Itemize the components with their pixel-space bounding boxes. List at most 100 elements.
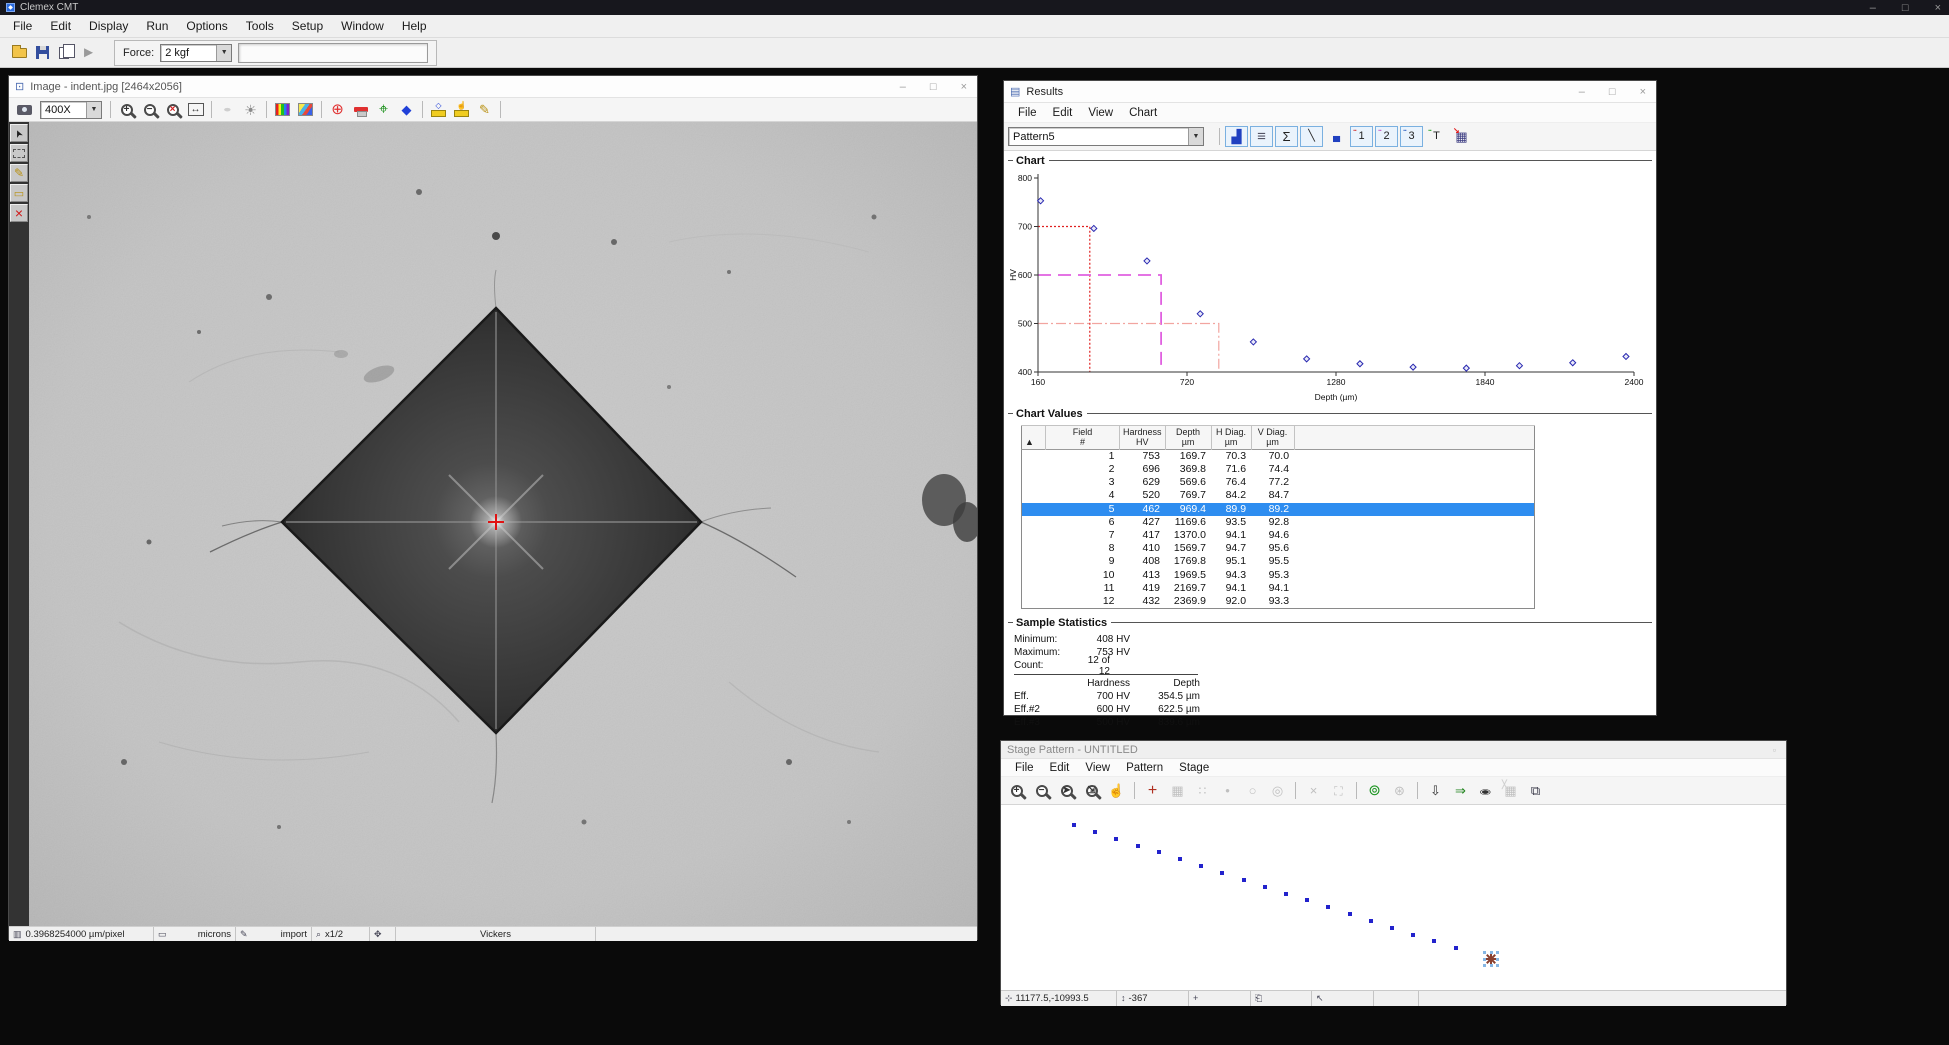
menu-pattern[interactable]: Pattern <box>1118 760 1171 776</box>
pan-hand-button[interactable]: ☝ <box>1105 780 1128 801</box>
export-pattern-button[interactable]: ⇒ <box>1449 780 1472 801</box>
colormap-button[interactable] <box>294 99 317 120</box>
pattern-point[interactable] <box>1072 823 1076 827</box>
table-row[interactable]: 3629569.676.477.2 <box>1022 476 1535 489</box>
menu-view[interactable]: View <box>1077 760 1118 776</box>
table-row[interactable]: 2696369.871.674.4 <box>1022 463 1535 476</box>
menu-display[interactable]: Display <box>80 17 137 35</box>
chart-3-button[interactable]: 3·· <box>1400 126 1423 147</box>
selected-pattern-point[interactable] <box>1483 951 1499 967</box>
sigma-stats-button[interactable]: Σ <box>1275 126 1298 147</box>
menu-chart[interactable]: Chart <box>1121 105 1165 121</box>
maximize-icon[interactable]: □ <box>1609 86 1616 98</box>
menu-stage[interactable]: Stage <box>1171 760 1217 776</box>
origin-cross-button[interactable]: + <box>1141 780 1164 801</box>
pattern-point[interactable] <box>1348 912 1352 916</box>
maximize-icon[interactable]: □ <box>930 81 937 93</box>
menu-tools[interactable]: Tools <box>237 17 283 35</box>
pattern-select[interactable]: Pattern5 ▼ <box>1008 127 1204 146</box>
magnification-select[interactable]: 400X ▼ <box>40 101 102 119</box>
chart-values-table[interactable]: ▲Field#HardnessHVDepthµmH Diag.µmV Diag.… <box>1021 425 1535 609</box>
zoom-out-button[interactable]: − <box>138 99 161 120</box>
menu-run[interactable]: Run <box>137 17 177 35</box>
pattern-point[interactable] <box>1305 898 1309 902</box>
table-row[interactable]: 4520769.784.284.7 <box>1022 489 1535 502</box>
crosshair-button[interactable]: ⌖ <box>372 99 395 120</box>
results-titlebar[interactable]: ▤ Results –□× <box>1004 81 1656 103</box>
save-button[interactable] <box>31 42 54 63</box>
cursor-tool-button[interactable]: ➤ <box>10 124 28 142</box>
zoom-out-button[interactable]: − <box>1030 780 1053 801</box>
report-view-button[interactable]: ≡ <box>1250 126 1273 147</box>
table-row[interactable]: 94081769.895.195.5 <box>1022 555 1535 568</box>
close-icon[interactable]: × <box>961 81 967 93</box>
table-row[interactable]: 84101569.794.795.6 <box>1022 542 1535 555</box>
pattern-point[interactable] <box>1114 837 1118 841</box>
window-control-stub[interactable]: ▫ <box>1773 745 1776 755</box>
pattern-point[interactable] <box>1263 885 1267 889</box>
red-ruler-button[interactable] <box>349 99 372 120</box>
column-header[interactable]: H Diag.µm <box>1211 426 1251 450</box>
menu-edit[interactable]: Edit <box>1042 760 1078 776</box>
pattern-point[interactable] <box>1454 946 1458 950</box>
menu-edit[interactable]: Edit <box>1045 105 1081 121</box>
minimize-icon[interactable]: – <box>1870 2 1876 14</box>
pen-button[interactable]: ✎ <box>473 99 496 120</box>
histogram-chart-button[interactable]: ▟ <box>1225 126 1248 147</box>
pattern-point[interactable] <box>1411 933 1415 937</box>
mini-histogram-button[interactable]: ▄ <box>1325 126 1348 147</box>
zoom-cancel-button[interactable]: × <box>161 99 184 120</box>
table-row[interactable]: 104131969.594.395.3 <box>1022 569 1535 582</box>
menu-setup[interactable]: Setup <box>283 17 332 35</box>
camera-button[interactable] <box>13 99 36 120</box>
table-row[interactable]: 124322369.992.093.3 <box>1022 595 1535 609</box>
stage-pattern-canvas[interactable] <box>1001 805 1786 990</box>
comment-field[interactable] <box>238 43 428 63</box>
close-icon[interactable]: × <box>1640 86 1646 98</box>
pattern-point[interactable] <box>1157 850 1161 854</box>
zoom-in-button[interactable]: + <box>115 99 138 120</box>
column-header[interactable]: V Diag.µm <box>1251 426 1294 450</box>
maximize-icon[interactable]: □ <box>1902 2 1909 14</box>
copy-button[interactable] <box>54 42 77 63</box>
force-select[interactable]: 2 kgf ▼ <box>160 44 232 62</box>
menu-file[interactable]: File <box>1007 760 1042 776</box>
column-header[interactable]: Depthµm <box>1165 426 1211 450</box>
pattern-point[interactable] <box>1199 864 1203 868</box>
pattern-point[interactable] <box>1178 857 1182 861</box>
blue-diamond-button[interactable]: ◆ <box>395 99 418 120</box>
chart-1-button[interactable]: 1·· <box>1350 126 1373 147</box>
table-row[interactable]: 74171370.094.194.6 <box>1022 529 1535 542</box>
chart-2-button[interactable]: 2·· <box>1375 126 1398 147</box>
stage-hand-button[interactable]: ☝ <box>450 99 473 120</box>
menu-file[interactable]: File <box>1010 105 1045 121</box>
minimize-icon[interactable]: – <box>900 81 906 93</box>
open-file-button[interactable] <box>8 42 31 63</box>
delete-chart-button[interactable]: ▦↘ <box>1450 126 1473 147</box>
loop-run-button[interactable]: ⊚ <box>1363 780 1386 801</box>
chart-t-button[interactable]: T·· <box>1425 126 1448 147</box>
pencil-tool-button[interactable]: ✎ <box>10 164 28 182</box>
minimize-icon[interactable]: – <box>1579 86 1585 98</box>
menu-options[interactable]: Options <box>177 17 236 35</box>
menu-edit[interactable]: Edit <box>41 17 80 35</box>
run-button[interactable]: ► <box>77 42 100 63</box>
measure-tool-button[interactable]: ▭ <box>10 184 28 202</box>
ellipse-mask-button[interactable]: ● <box>216 99 239 120</box>
delete-tool-button[interactable]: × <box>10 204 28 222</box>
width-measure-button[interactable]: ↔ <box>184 99 207 120</box>
pattern-point[interactable] <box>1432 939 1436 943</box>
pattern-point[interactable] <box>1136 844 1140 848</box>
image-window-titlebar[interactable]: ⊡ Image - indent.jpg [2464x2056] –□× <box>9 76 977 98</box>
brightness-button[interactable]: ☀ <box>239 99 262 120</box>
stage-down-button[interactable]: ⇩ <box>1424 780 1447 801</box>
pattern-point[interactable] <box>1284 892 1288 896</box>
table-row[interactable]: 1753169.770.370.0 <box>1022 449 1535 463</box>
table-row[interactable]: 64271169.693.592.8 <box>1022 516 1535 529</box>
pattern-point[interactable] <box>1242 878 1246 882</box>
palette-button[interactable] <box>271 99 294 120</box>
pattern-point[interactable] <box>1093 830 1097 834</box>
micrograph-image[interactable] <box>29 122 977 926</box>
table-row[interactable]: 5462969.489.989.2 <box>1022 503 1535 516</box>
pattern-point[interactable] <box>1369 919 1373 923</box>
